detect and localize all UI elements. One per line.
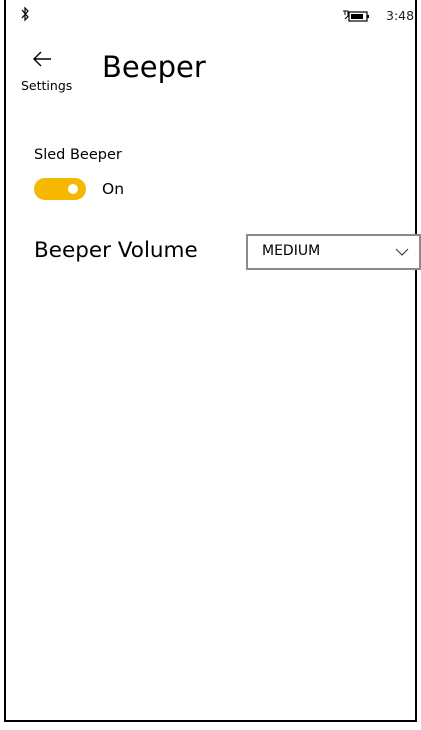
chevron-down-icon (395, 248, 409, 256)
status-bar: 3:48 (6, 0, 415, 28)
back-button[interactable]: Settings (16, 46, 82, 94)
page-title: Beeper (102, 50, 206, 84)
beeper-volume-dropdown[interactable]: MEDIUM (246, 234, 421, 270)
toggle-knob (68, 184, 78, 194)
beeper-volume-label: Beeper Volume (34, 238, 198, 263)
sled-beeper-label: Sled Beeper (34, 147, 122, 163)
toggle-state-label: On (102, 180, 125, 198)
sled-beeper-toggle[interactable] (34, 178, 86, 200)
back-arrow-icon (33, 51, 51, 67)
dropdown-selected-value: MEDIUM (262, 243, 321, 259)
battery-icon (343, 10, 369, 22)
clock: 3:48 (386, 8, 415, 23)
app-window: 3:48 Settings Beeper Sled Beeper On Beep… (4, 0, 421, 722)
bluetooth-icon (21, 6, 29, 22)
back-label: Settings (21, 78, 73, 93)
